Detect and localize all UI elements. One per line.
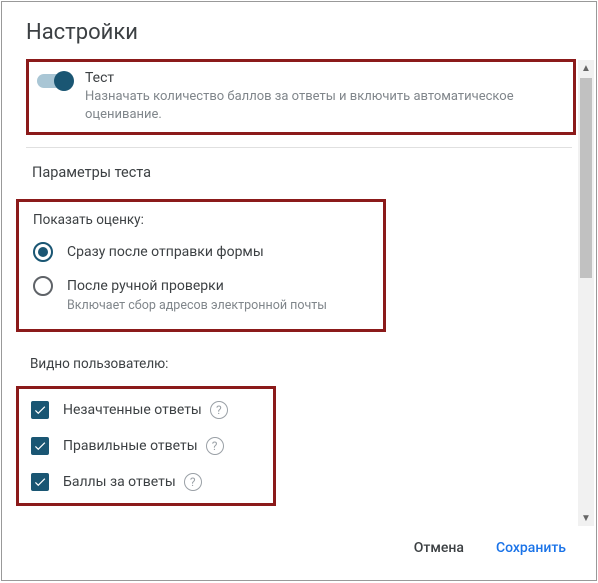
radio-icon	[33, 242, 53, 262]
scroll-up-icon[interactable]: ▲	[578, 60, 594, 76]
checkbox-missed-answers[interactable]: Незачтенные ответы ?	[31, 401, 263, 419]
checkbox-correct-answers[interactable]: Правильные ответы ?	[31, 437, 263, 455]
scrollbar[interactable]: ▲ ▼	[578, 60, 594, 526]
visible-section-highlight: Незачтенные ответы ? Правильные ответы ?…	[16, 386, 276, 506]
checkbox-label: Незачтенные ответы	[63, 402, 202, 418]
toggle-knob-icon	[54, 71, 74, 91]
radio-description: Включает сбор адресов электронной почты	[67, 298, 373, 313]
checkbox-icon	[31, 437, 49, 455]
radio-label: Сразу после отправки формы	[67, 242, 373, 262]
test-toggle-description: Назначать количество баллов за ответы и …	[85, 88, 567, 124]
dialog-footer: Отмена Сохранить	[2, 516, 596, 580]
settings-dialog: Настройки Тест Назначать количество балл…	[1, 1, 597, 581]
test-toggle-label: Тест	[85, 70, 567, 86]
checkbox-label: Правильные ответы	[63, 438, 198, 454]
dialog-content: Тест Назначать количество баллов за отве…	[2, 59, 596, 516]
grade-section-highlight: Показать оценку: Сразу после отправки фо…	[16, 199, 386, 332]
help-icon[interactable]: ?	[210, 401, 228, 419]
test-toggle-highlight: Тест Назначать количество баллов за отве…	[26, 59, 576, 135]
toggle-text: Тест Назначать количество баллов за отве…	[85, 70, 567, 124]
scrollbar-thumb[interactable]	[580, 78, 592, 278]
radio-label: После ручной проверки	[67, 276, 373, 296]
help-icon[interactable]: ?	[184, 473, 202, 491]
help-icon[interactable]: ?	[206, 437, 224, 455]
checkbox-icon	[31, 401, 49, 419]
test-toggle[interactable]	[37, 74, 71, 88]
cancel-button[interactable]: Отмена	[402, 530, 476, 566]
radio-manual-review[interactable]: После ручной проверки Включает сбор адре…	[33, 276, 373, 313]
radio-icon	[33, 276, 53, 296]
checkbox-label: Баллы за ответы	[63, 474, 176, 490]
checkbox-point-values[interactable]: Баллы за ответы ?	[31, 473, 263, 491]
dialog-title: Настройки	[2, 2, 596, 59]
test-params-header: Параметры теста	[2, 148, 596, 189]
visible-to-user-label: Видно пользователю:	[30, 356, 596, 372]
show-grade-label: Показать оценку:	[33, 212, 373, 228]
checkbox-icon	[31, 473, 49, 491]
radio-immediately[interactable]: Сразу после отправки формы	[33, 242, 373, 262]
scroll-down-icon[interactable]: ▼	[578, 510, 594, 526]
save-button[interactable]: Сохранить	[484, 530, 578, 566]
